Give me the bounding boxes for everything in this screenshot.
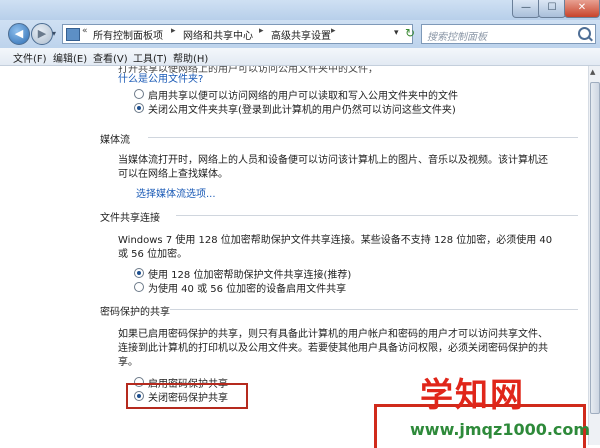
password-sharing-desc-2: 连接到此计算机的打印机以及公用文件夹。若要使其他用户具备访问权限，必须关闭密码保… — [118, 343, 548, 354]
maximize-button[interactable]: ☐ — [538, 0, 566, 18]
choose-media-streaming-link[interactable]: 选择媒体流选项... — [136, 185, 216, 200]
file-sharing-desc-1: Windows 7 使用 128 位加密帮助保护文件共享连接。某些设备不支持 1… — [118, 235, 553, 246]
menu-file[interactable]: 文件(F) — [13, 50, 47, 65]
control-panel-icon — [66, 28, 80, 41]
radio-128bit-encryption-label: 使用 128 位加密帮助保护文件共享连接(推荐) — [148, 270, 352, 281]
menu-bar: 文件(F) 编辑(E) 查看(V) 工具(T) 帮助(H) — [0, 48, 600, 66]
radio-40-56bit-encryption[interactable] — [134, 282, 144, 292]
divider — [176, 215, 578, 216]
menu-help[interactable]: 帮助(H) — [173, 50, 208, 65]
recent-pages-dropdown[interactable]: ▾ — [52, 29, 56, 38]
minimize-button[interactable]: — — [512, 0, 540, 18]
breadcrumb-item-all-items[interactable]: 所有控制面板项 — [93, 27, 163, 42]
password-sharing-desc-3: 享。 — [118, 357, 138, 368]
radio-40-56bit-encryption-label: 为使用 40 或 56 位加密的设备启用文件共享 — [148, 284, 347, 295]
scrollbar-thumb[interactable] — [590, 82, 600, 414]
chevron-right-icon[interactable]: ▸ — [171, 26, 176, 36]
breadcrumb-overflow[interactable]: « — [82, 26, 88, 36]
back-button[interactable]: ◀ — [8, 23, 30, 45]
radio-128bit-encryption[interactable] — [134, 268, 144, 278]
radio-disable-public-sharing-label: 关闭公用文件夹共享(登录到此计算机的用户仍然可以访问这些文件夹) — [148, 105, 456, 116]
media-streaming-desc-1: 当媒体流打开时，网络上的人员和设备便可以访问该计算机上的图片、音乐以及视频。该计… — [118, 155, 548, 166]
refresh-icon[interactable]: ↻ — [405, 26, 419, 40]
chevron-right-icon[interactable]: ▸ — [259, 26, 264, 36]
password-sharing-title: 密码保护的共享 — [100, 307, 170, 318]
forward-button[interactable]: ▶ — [31, 23, 53, 45]
file-sharing-title: 文件共享连接 — [100, 213, 160, 224]
breadcrumb-item-advanced-sharing[interactable]: 高级共享设置 — [271, 27, 331, 42]
address-bar[interactable]: « 所有控制面板项 ▸ 网络和共享中心 ▸ 高级共享设置 ▸ ▾ — [62, 24, 413, 44]
menu-view[interactable]: 查看(V) — [93, 50, 128, 65]
file-sharing-desc-2: 或 56 位加密。 — [118, 249, 188, 260]
divider — [170, 309, 578, 310]
search-input[interactable]: 搜索控制面板 — [427, 28, 487, 43]
menu-tools[interactable]: 工具(T) — [133, 50, 167, 65]
radio-enable-public-sharing[interactable] — [134, 89, 144, 99]
close-button[interactable]: ✕ — [564, 0, 600, 18]
watermark-url: www.jmqz1000.com — [410, 420, 591, 439]
divider — [148, 137, 578, 138]
navigation-bar: ◀ ▶ ▾ « 所有控制面板项 ▸ 网络和共享中心 ▸ 高级共享设置 ▸ ▾ ↻… — [0, 20, 600, 48]
password-sharing-desc-1: 如果已启用密码保护的共享，则只有具备此计算机的用户帐户和密码的用户才可以访问共享… — [118, 329, 548, 340]
search-icon[interactable] — [578, 27, 591, 40]
search-box[interactable]: 搜索控制面板 — [421, 24, 596, 44]
chevron-right-icon[interactable]: ▸ — [331, 26, 336, 36]
media-streaming-title: 媒体流 — [100, 135, 130, 146]
highlight-annotation — [126, 383, 248, 409]
title-bar: — ☐ ✕ — [0, 0, 600, 20]
menu-edit[interactable]: 编辑(E) — [53, 50, 87, 65]
scroll-up-icon[interactable]: ▲ — [590, 68, 595, 76]
media-streaming-desc-2: 可以在网络上查找媒体。 — [118, 169, 228, 180]
address-dropdown-icon[interactable]: ▾ — [394, 28, 399, 38]
what-is-public-folder-link[interactable]: 什么是公用文件夹? — [118, 70, 203, 85]
radio-disable-public-sharing[interactable] — [134, 103, 144, 113]
radio-enable-public-sharing-label: 启用共享以便可以访问网络的用户可以读取和写入公用文件夹中的文件 — [148, 91, 458, 102]
watermark-logo: 学知网 — [420, 375, 525, 414]
breadcrumb-item-network-center[interactable]: 网络和共享中心 — [183, 27, 253, 42]
